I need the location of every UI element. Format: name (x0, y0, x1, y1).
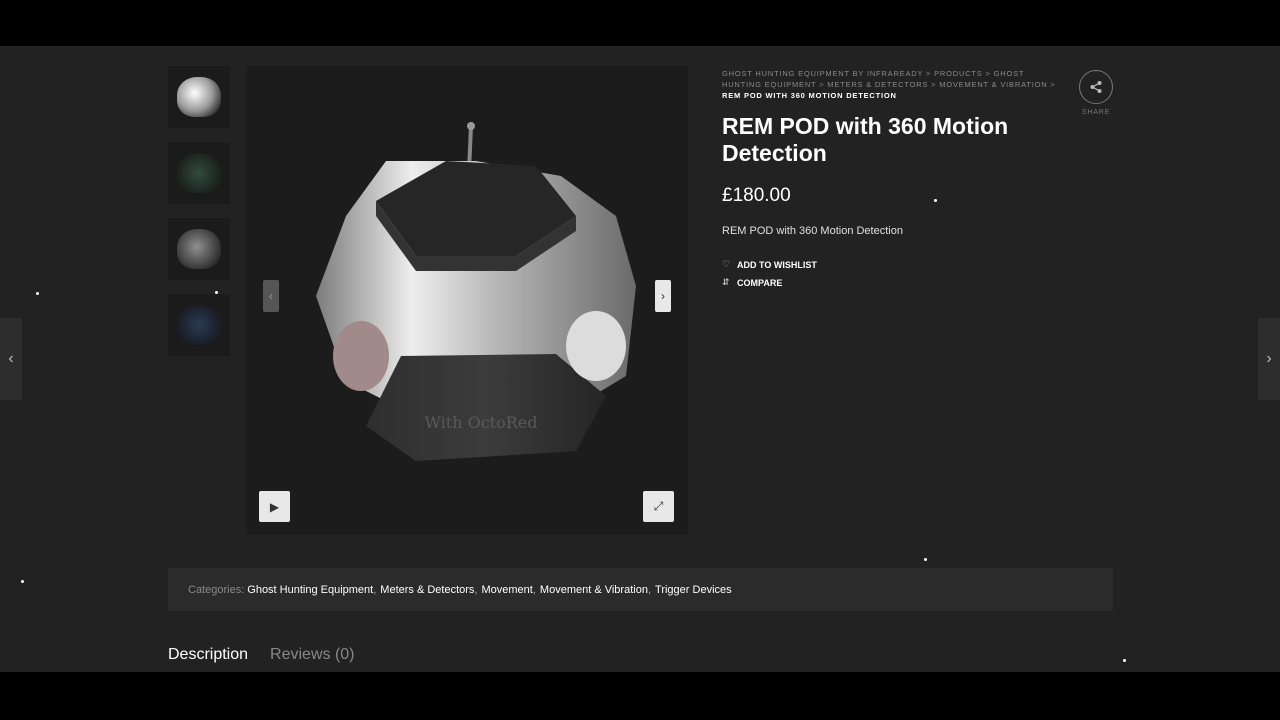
snow-dot (21, 580, 24, 583)
breadcrumb-separator: > (1050, 80, 1056, 89)
tab-reviews[interactable]: Reviews (0) (270, 646, 354, 664)
expand-icon: ⤢ (653, 499, 664, 513)
compare-arrows-icon: ⇵ (722, 277, 730, 287)
image-prev-button[interactable]: ‹ (263, 280, 279, 312)
breadcrumb-separator: > (819, 80, 825, 89)
category-link[interactable]: Ghost Hunting Equipment (247, 584, 373, 596)
breadcrumb-link[interactable]: Products (934, 69, 983, 78)
breadcrumb-link[interactable]: Movement & Vibration (939, 80, 1047, 89)
snow-dot (1123, 659, 1126, 662)
product-summary: Ghost Hunting Equipment by InfraReady > … (722, 68, 1062, 288)
category-link[interactable]: Movement & Vibration (540, 584, 648, 596)
wishlist-label: ADD TO WISHLIST (737, 259, 817, 270)
product-short-description: REM POD with 360 Motion Detection (722, 225, 903, 237)
breadcrumb-separator: > (926, 69, 932, 78)
share-widget[interactable]: SHARE (1078, 70, 1114, 116)
breadcrumb-separator: > (931, 80, 937, 89)
product-title: REM POD with 360 Motion Detection (722, 113, 1009, 166)
category-separator: , (647, 583, 652, 596)
snow-dot (36, 292, 39, 295)
category-link[interactable]: Movement (482, 584, 533, 596)
chevron-left-icon: ‹ (8, 350, 14, 367)
categories-label: Categories: (188, 583, 245, 596)
breadcrumb-separator: > (985, 69, 991, 78)
chevron-right-icon: › (1266, 350, 1272, 367)
image-next-button[interactable]: › (655, 280, 671, 312)
compare-label: COMPARE (737, 277, 783, 288)
next-product-arrow[interactable]: › (1258, 318, 1280, 400)
play-icon: ▶ (269, 499, 280, 514)
chevron-right-icon: › (661, 289, 665, 303)
share-label: SHARE (1081, 109, 1111, 116)
previous-product-arrow[interactable]: ‹ (0, 318, 22, 400)
product-page: ‹ › With OctoRed ‹ › ▶ ⤢ GHOST HUNTING E… (0, 46, 1280, 672)
breadcrumb: Ghost Hunting Equipment by InfraReady > … (722, 68, 1062, 101)
product-thumbnail-image (177, 153, 221, 193)
thumbnail-1[interactable] (168, 66, 230, 128)
thumbnail-3[interactable] (168, 218, 230, 280)
svg-text:With OctoRed: With OctoRed (425, 413, 538, 432)
snow-dot (924, 558, 927, 561)
breadcrumb-link[interactable]: Meters & Detectors (827, 80, 928, 89)
category-link[interactable]: Trigger Devices (655, 584, 732, 596)
category-separator: , (474, 583, 478, 596)
rem-pod-illustration: With OctoRed (316, 122, 636, 461)
product-price: £180.00 (722, 185, 791, 206)
category-separator: , (373, 583, 377, 596)
video-play-button[interactable]: ▶ (259, 491, 290, 522)
category-link[interactable]: Meters & Detectors (380, 584, 474, 596)
tab-description[interactable]: Description (168, 646, 248, 664)
thumbnail-gallery (168, 66, 230, 370)
share-icon-graphic (1090, 81, 1102, 93)
product-thumbnail-image (177, 77, 221, 117)
product-thumbnail-image (177, 229, 221, 269)
breadcrumb-link[interactable]: Ghost Hunting Equipment by InfraReady (722, 69, 923, 78)
thumbnail-4[interactable] (168, 294, 230, 356)
add-to-wishlist-button[interactable]: ♡ ADD TO WISHLIST (722, 259, 1062, 270)
product-tabs: Description Reviews (0) (168, 646, 355, 664)
breadcrumb-current: REM POD with 360 Motion Detection (722, 91, 897, 100)
fullscreen-button[interactable]: ⤢ (643, 491, 674, 522)
categories-bar: Categories: Ghost Hunting Equipment, Met… (168, 568, 1113, 611)
heart-icon: ♡ (722, 259, 731, 269)
share-icon[interactable] (1079, 70, 1113, 104)
compare-button[interactable]: ⇵ COMPARE (722, 277, 1062, 288)
thumbnail-2[interactable] (168, 142, 230, 204)
chevron-left-icon: ‹ (269, 289, 273, 303)
product-thumbnail-image (177, 305, 221, 345)
main-product-image[interactable]: With OctoRed ‹ › ▶ ⤢ (246, 66, 688, 535)
category-separator: , (532, 583, 536, 596)
